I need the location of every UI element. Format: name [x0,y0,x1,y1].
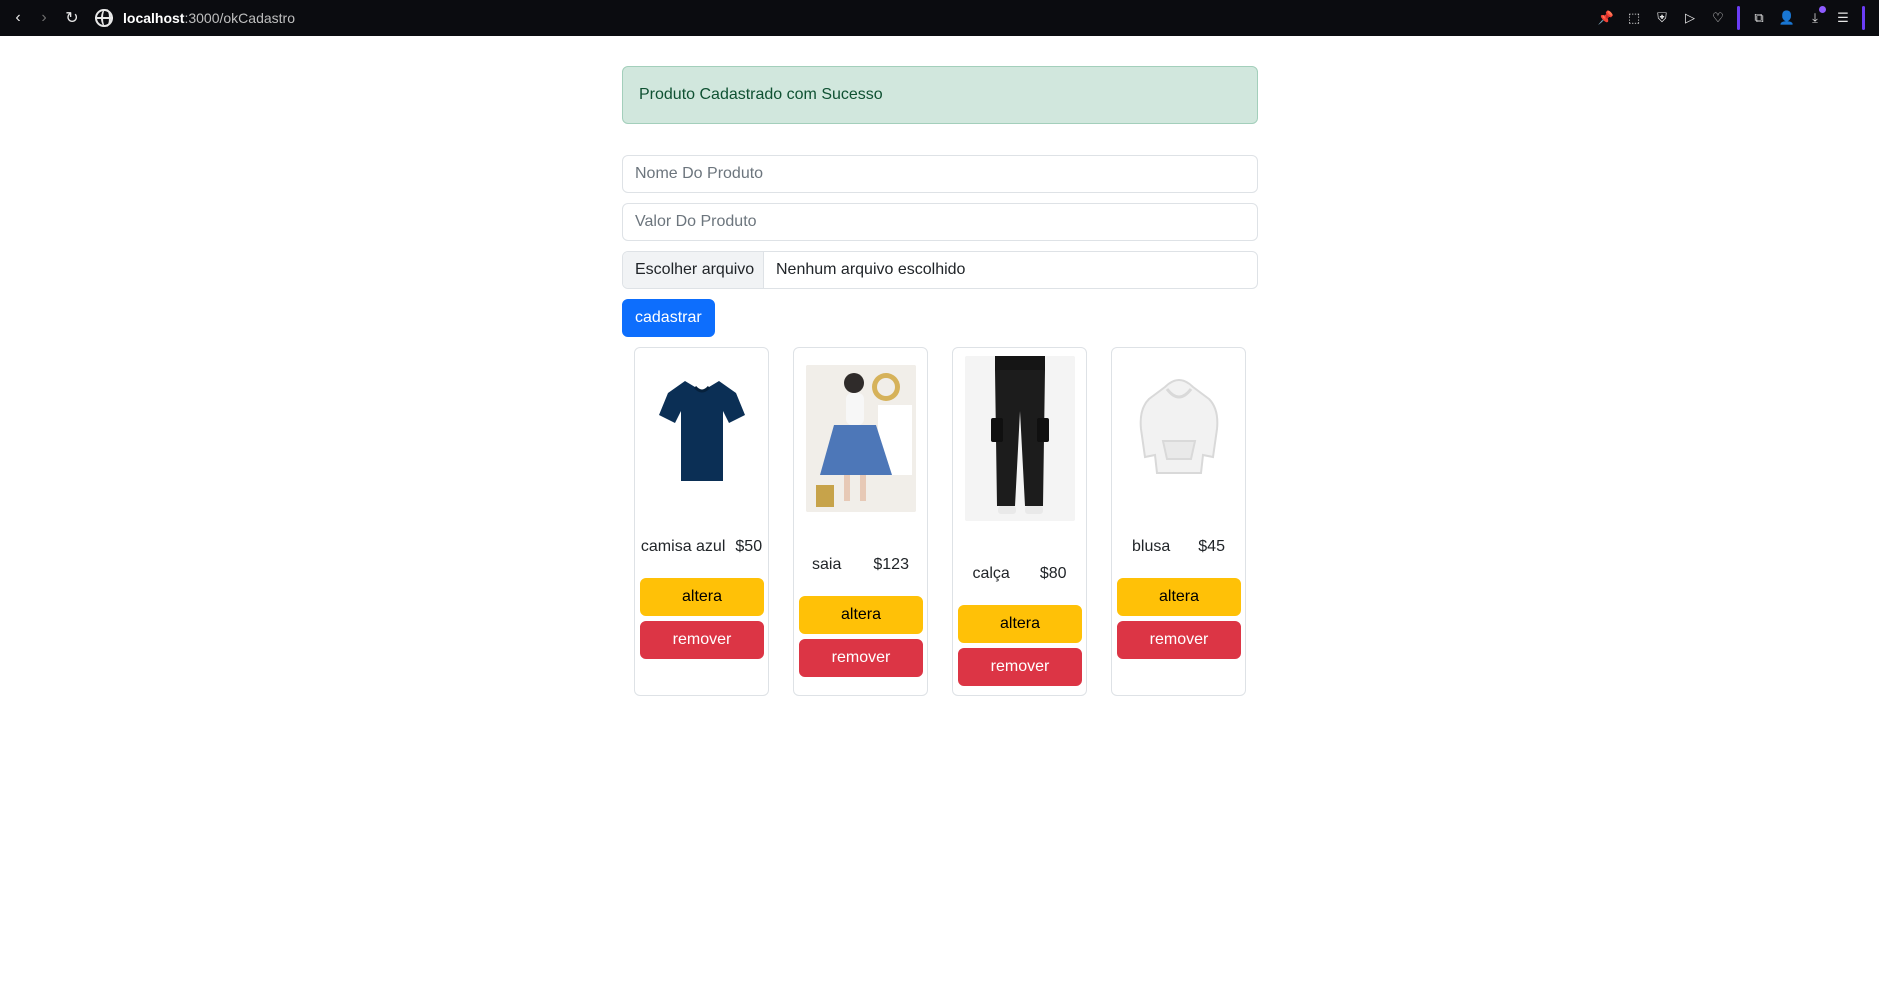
url-text[interactable]: localhost:3000/okCadastro [123,10,295,26]
pants-photo [964,356,1075,521]
product-name: blusa [1132,538,1171,555]
product-price: $123 [873,556,909,573]
product-form: Escolher arquivo Nenhum arquivo escolhid… [622,155,1258,337]
remove-button[interactable]: remover [799,639,923,677]
product-cards: camisa azul $50 altera remover saia $123 [634,347,1246,696]
main-container: Produto Cadastrado com Sucesso Escolher … [622,66,1258,337]
alter-button[interactable]: altera [640,578,764,616]
browser-actions: 📌 ⬚ ⛨ ▷ ♡ ⧉ 👤 ⤓ ☰ [1597,6,1865,30]
reload-icon[interactable]: ↻ [62,8,82,28]
toolbar-separator [1737,6,1740,30]
submit-button[interactable]: cadastrar [622,299,715,337]
browser-topbar: ‹ › ↻ localhost:3000/okCadastro 📌 ⬚ ⛨ ▷ … [0,0,1879,36]
alter-button[interactable]: altera [799,596,923,634]
product-card: blusa $45 altera remover [1111,347,1246,696]
product-info: calça $80 [953,565,1086,583]
address-bar[interactable]: localhost:3000/okCadastro [95,7,295,29]
product-info: saia $123 [794,556,927,574]
product-price: $45 [1198,538,1225,555]
download-icon[interactable]: ⤓ [1806,6,1826,27]
profile-icon[interactable]: 👤 [1778,9,1796,27]
remove-button[interactable]: remover [958,648,1082,686]
notification-dot [1819,6,1826,13]
product-price: $50 [735,538,763,555]
product-card: calça $80 altera remover [952,347,1087,696]
play-icon[interactable]: ▷ [1681,9,1699,27]
heart-icon[interactable]: ♡ [1709,9,1727,27]
shield-icon[interactable]: ⛨ [1653,9,1671,27]
product-card: saia $123 altera remover [793,347,928,696]
alert-message: Produto Cadastrado com Sucesso [639,86,883,103]
hoodie-icon [1126,371,1231,485]
product-value-input[interactable] [622,203,1258,241]
toolbar-edge-indicator [1862,6,1865,30]
remove-button[interactable]: remover [640,621,764,659]
product-info: blusa $45 [1112,538,1245,556]
file-input[interactable]: Escolher arquivo Nenhum arquivo escolhid… [622,251,1258,289]
globe-icon [95,9,113,27]
alter-button[interactable]: altera [958,605,1082,643]
product-info: camisa azul $50 [635,538,768,556]
file-status: Nenhum arquivo escolhido [776,261,966,278]
back-icon[interactable]: ‹ [8,8,28,28]
product-card: camisa azul $50 altera remover [634,347,769,696]
menu-icon[interactable]: ☰ [1834,9,1852,27]
crop-icon[interactable]: ⬚ [1625,9,1643,27]
choose-file-button[interactable]: Escolher arquivo [623,252,764,288]
success-alert: Produto Cadastrado com Sucesso [622,66,1258,124]
tshirt-icon [649,371,754,485]
product-name-input[interactable] [622,155,1258,193]
product-price: $80 [1039,565,1067,582]
remove-button[interactable]: remover [1117,621,1241,659]
product-name: saia [812,556,842,573]
pin-icon[interactable]: 📌 [1597,9,1615,27]
forward-icon[interactable]: › [34,8,54,28]
alter-button[interactable]: altera [1117,578,1241,616]
product-name: camisa azul [640,538,726,555]
extensions-icon[interactable]: ⧉ [1750,9,1768,27]
skirt-photo [805,365,916,512]
product-name: calça [972,565,1010,582]
